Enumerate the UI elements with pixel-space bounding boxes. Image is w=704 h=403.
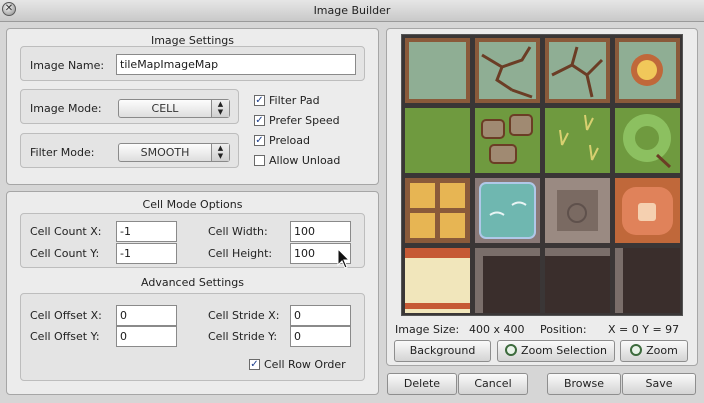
tall-grass-tile (545, 108, 610, 173)
cell-stride-y-input[interactable]: 0 (290, 326, 351, 347)
filter-mode-group: Filter Mode: SMOOTH ▲ ▼ (20, 133, 239, 168)
tile-map-image (402, 35, 682, 315)
zoom-selection-button[interactable]: Zoom Selection (497, 340, 615, 362)
cell-offset-x-label: Cell Offset X: (30, 309, 102, 322)
image-settings-panel: Image Settings Image Name: tileMapImageM… (6, 28, 379, 185)
zoom-label: Zoom (646, 344, 678, 357)
check-icon: ✓ (254, 135, 265, 146)
filter-mode-label: Filter Mode: (30, 146, 95, 159)
image-size-label: Image Size: (395, 323, 460, 336)
cell-stride-x-input[interactable]: 0 (290, 305, 351, 326)
filter-pad-checkbox[interactable]: ✓ Filter Pad (254, 94, 354, 110)
filter-mode-select[interactable]: SMOOTH ▲ ▼ (118, 143, 230, 162)
prefer-speed-label: Prefer Speed (269, 114, 340, 127)
spinner-arrows-icon: ▲ ▼ (211, 144, 229, 161)
image-mode-value: CELL (151, 102, 179, 115)
cracked-stone-tile (475, 38, 540, 103)
zoom-selection-label: Zoom Selection (521, 344, 607, 357)
check-icon: ✓ (249, 359, 260, 370)
allow-unload-checkbox[interactable]: Allow Unload (254, 154, 354, 170)
crate-tile (405, 178, 470, 243)
cancel-button[interactable]: Cancel (458, 373, 528, 395)
title-bar: ✕ Image Builder (0, 0, 704, 22)
preload-checkbox[interactable]: ✓ Preload (254, 134, 354, 150)
delete-button[interactable]: Delete (387, 373, 457, 395)
image-name-label: Image Name: (30, 59, 105, 72)
position-value: X = 0 Y = 97 (608, 323, 680, 336)
image-mode-label: Image Mode: (30, 102, 102, 115)
cell-stride-y-label: Cell Stride Y: (208, 330, 278, 343)
mouse-cursor-icon (337, 248, 351, 269)
cell-mode-title: Cell Mode Options (142, 198, 243, 211)
emblem-tile (615, 38, 680, 103)
cell-offset-x-input[interactable]: 0 (116, 305, 177, 326)
unchecked-box-icon (254, 155, 265, 166)
cell-stride-x-label: Cell Stride X: (208, 309, 280, 322)
browse-button[interactable]: Browse (547, 373, 621, 395)
filter-mode-value: SMOOTH (140, 146, 190, 159)
image-mode-group: Image Mode: CELL ▲ ▼ (20, 89, 239, 124)
water-tile (475, 178, 540, 243)
cell-row-order-checkbox[interactable]: ✓ Cell Row Order (249, 358, 359, 374)
spinner-arrows-icon: ▲ ▼ (211, 100, 229, 117)
pit-tile (545, 178, 610, 243)
window-title: Image Builder (313, 4, 391, 17)
position-label: Position: (540, 323, 587, 336)
image-size-value: 400 x 400 (469, 323, 525, 336)
cell-count-x-input[interactable]: -1 (116, 221, 177, 242)
stone-tile (405, 38, 470, 103)
cracked-stone-tile (545, 38, 610, 103)
dark-corner-tile (475, 248, 540, 313)
preload-label: Preload (269, 134, 310, 147)
zoom-button[interactable]: Zoom (620, 340, 688, 362)
check-icon: ✓ (254, 95, 265, 106)
rock-grass-tile (475, 108, 540, 173)
dark-side-tile (615, 248, 680, 313)
zoom-selection-icon (505, 344, 518, 356)
filter-pad-label: Filter Pad (269, 94, 320, 107)
cell-mode-panel: Cell Mode Options Cell Count X: -1 Cell … (6, 191, 379, 395)
cell-count-x-label: Cell Count X: (30, 225, 102, 238)
cell-width-input[interactable]: 100 (290, 221, 351, 242)
cell-count-y-label: Cell Count Y: (30, 247, 100, 260)
grass-tile (405, 108, 470, 173)
save-button[interactable]: Save (622, 373, 696, 395)
tile-map-preview[interactable] (401, 34, 683, 316)
check-icon: ✓ (254, 115, 265, 126)
cell-count-y-input[interactable]: -1 (116, 243, 177, 264)
allow-unload-label: Allow Unload (269, 154, 341, 167)
image-mode-select[interactable]: CELL ▲ ▼ (118, 99, 230, 118)
cell-row-order-label: Cell Row Order (264, 358, 346, 371)
cell-mode-group: Cell Count X: -1 Cell Width: 100 Cell Co… (20, 213, 365, 268)
cell-height-label: Cell Height: (208, 247, 273, 260)
advanced-settings-title: Advanced Settings (141, 276, 244, 289)
image-name-group: Image Name: tileMapImageMap (20, 46, 365, 81)
cell-width-label: Cell Width: (208, 225, 268, 238)
prefer-speed-checkbox[interactable]: ✓ Prefer Speed (254, 114, 354, 130)
bush-tile (615, 108, 680, 173)
advanced-settings-group: Cell Offset X: 0 Cell Stride X: 0 Cell O… (20, 293, 365, 381)
switch-tile (615, 178, 680, 243)
sand-tile (405, 248, 470, 313)
image-name-input[interactable]: tileMapImageMap (116, 54, 356, 75)
zoom-icon (630, 344, 643, 356)
cell-offset-y-input[interactable]: 0 (116, 326, 177, 347)
cell-offset-y-label: Cell Offset Y: (30, 330, 100, 343)
background-button[interactable]: Background (394, 340, 491, 362)
dark-edge-tile (545, 248, 610, 313)
